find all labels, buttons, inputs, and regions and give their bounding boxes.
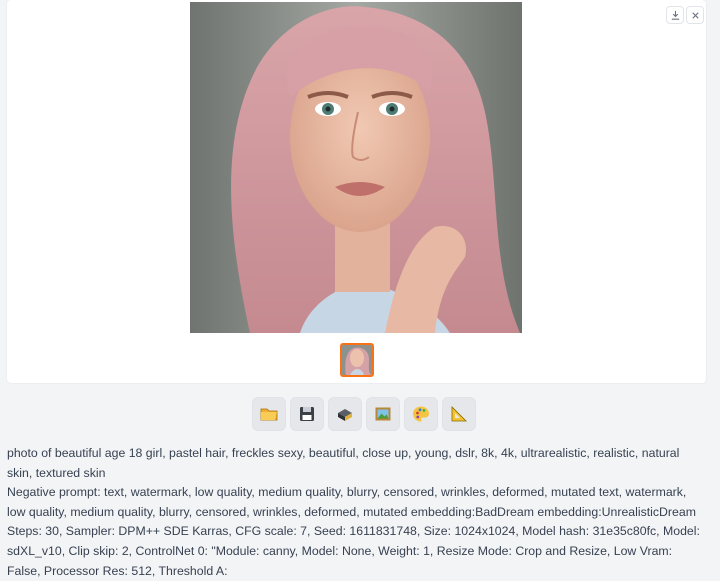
image-gallery — [7, 0, 706, 383]
folder-icon — [260, 408, 278, 421]
palette-icon — [413, 406, 429, 422]
zip-button[interactable] — [328, 397, 362, 431]
open-folder-button[interactable] — [252, 397, 286, 431]
image-action-toolbar — [252, 397, 476, 431]
gallery-thumbnail[interactable] — [340, 343, 374, 377]
generation-info: photo of beautiful age 18 girl, pastel h… — [7, 444, 707, 581]
prompt-text: photo of beautiful age 18 girl, pastel h… — [7, 446, 680, 480]
floppy-disk-icon — [300, 407, 314, 421]
close-button[interactable] — [686, 6, 704, 24]
triangular-ruler-icon — [451, 406, 467, 422]
save-button[interactable] — [290, 397, 324, 431]
send-to-img2img-button[interactable] — [366, 397, 400, 431]
archive-box-icon — [338, 409, 352, 421]
close-icon — [691, 11, 699, 19]
main-image[interactable] — [190, 2, 522, 333]
generation-params-text: Steps: 30, Sampler: DPM++ SDE Karras, CF… — [7, 524, 700, 578]
framed-picture-icon — [375, 407, 391, 421]
send-to-extras-button[interactable] — [442, 397, 476, 431]
send-to-inpaint-button[interactable] — [404, 397, 438, 431]
download-button[interactable] — [666, 6, 684, 24]
download-icon — [671, 10, 679, 20]
negative-prompt-text: Negative prompt: text, watermark, low qu… — [7, 485, 696, 519]
